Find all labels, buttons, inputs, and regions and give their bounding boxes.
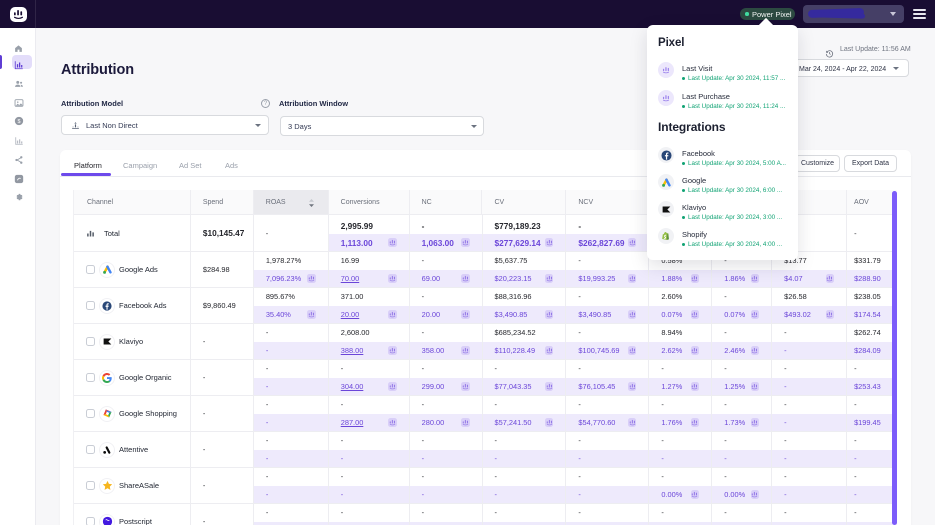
svg-text:$: $: [17, 119, 20, 125]
